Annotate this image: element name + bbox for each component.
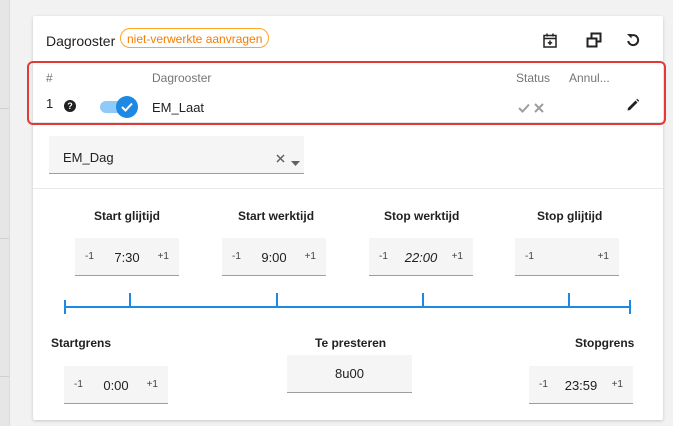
increment-button[interactable]: +1 [612, 379, 623, 390]
clear-icon[interactable] [276, 150, 285, 168]
left-panel-tick [0, 108, 9, 109]
start-werktijd-stepper[interactable]: -1 9:00 +1 [222, 238, 326, 276]
check-icon [121, 102, 133, 112]
timeline-end-marker [64, 300, 66, 314]
increment-button[interactable]: +1 [158, 251, 169, 262]
stop-werktijd-stepper[interactable]: -1 22:00 +1 [369, 238, 473, 276]
status-check-icon [518, 101, 530, 116]
calendar-add-icon[interactable] [540, 30, 560, 50]
col-schedule[interactable]: Dagrooster [152, 71, 211, 85]
stopgrens-stepper[interactable]: -1 23:59 +1 [529, 366, 633, 404]
pencil-icon[interactable] [626, 98, 640, 115]
label-stop-glijtijd: Stop glijtijd [537, 209, 603, 223]
timeline-bar [64, 306, 631, 308]
increment-button[interactable]: +1 [598, 251, 609, 262]
te-presteren-value: 8u00 [287, 355, 412, 393]
label-start-glijtijd: Start glijtijd [94, 209, 160, 223]
label-stopgrens: Stopgrens [575, 336, 635, 350]
col-number: # [46, 71, 53, 85]
col-cancel[interactable]: Annul... [569, 71, 610, 85]
unprocessed-requests-badge[interactable]: niet-verwerkte aanvragen [120, 28, 270, 48]
table-header: # Dagrooster Status Annul... [33, 60, 663, 94]
refresh-icon[interactable] [623, 30, 643, 50]
section-divider [33, 188, 663, 189]
left-panel-tick [0, 376, 9, 377]
timeline-end-marker [629, 300, 631, 314]
card-header: Dagrooster niet-verwerkte aanvragen [33, 16, 663, 60]
increment-button[interactable]: +1 [305, 251, 316, 262]
status-cross-icon [534, 101, 544, 116]
label-stop-werktijd: Stop werktijd [384, 209, 460, 223]
increment-button[interactable]: +1 [147, 379, 158, 390]
decrement-button[interactable]: -1 [525, 251, 534, 262]
question-icon[interactable]: ? [64, 100, 76, 112]
chevron-down-icon[interactable] [291, 153, 300, 171]
row-number: 1 [46, 96, 54, 111]
timeline-tick-stop-glijtijd [568, 293, 570, 306]
increment-button[interactable]: +1 [452, 251, 463, 262]
table-row[interactable]: 1 ? EM_Laat [33, 94, 663, 122]
select-value: EM_Dag [63, 150, 114, 165]
schedule-name: EM_Laat [152, 100, 205, 115]
duplicate-icon[interactable] [584, 30, 604, 50]
schedule-select[interactable]: EM_Dag [49, 136, 304, 174]
schedule-table: # Dagrooster Status Annul... 1 ? EM_Laat [33, 60, 663, 130]
timeline-tick-start-glijtijd [129, 293, 131, 306]
label-startgrens: Startgrens [51, 336, 112, 350]
label-te-presteren: Te presteren [315, 336, 387, 350]
timeline-tick-start-werktijd [276, 293, 278, 306]
card-title: Dagrooster [46, 33, 116, 49]
label-start-werktijd: Start werktijd [238, 209, 315, 223]
col-status[interactable]: Status [516, 71, 550, 85]
timeline-tick-stop-werktijd [422, 293, 424, 306]
left-panel-tick [0, 238, 9, 239]
stop-glijtijd-stepper[interactable]: -1 +1 [515, 238, 619, 276]
left-panel-edge [0, 0, 10, 426]
startgrens-stepper[interactable]: -1 0:00 +1 [64, 366, 168, 404]
start-glijtijd-stepper[interactable]: -1 7:30 +1 [75, 238, 179, 276]
row-divider [33, 122, 663, 123]
toggle-knob[interactable] [116, 96, 138, 118]
